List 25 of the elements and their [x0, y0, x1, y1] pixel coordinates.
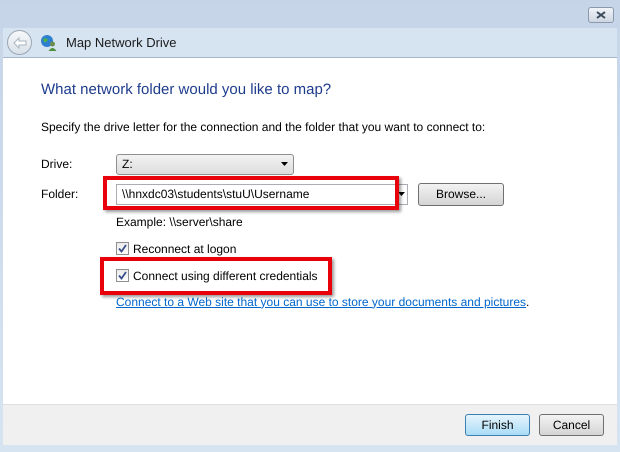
checkbox-label: Reconnect at logon: [133, 240, 236, 258]
dropdown-arrow-icon: [398, 192, 405, 196]
link-period: .: [526, 294, 530, 310]
window-title: Map Network Drive: [66, 34, 177, 52]
heading: What network folder would you like to map?: [41, 80, 332, 100]
checkbox-label: Connect using different credentials: [133, 268, 318, 284]
folder-combo-field[interactable]: \\hnxdc03\students\stuU\Username: [116, 184, 408, 204]
drive-label: Drive:: [41, 156, 74, 173]
globe-user-icon: [40, 34, 58, 52]
checkbox[interactable]: [116, 269, 129, 282]
drive-dropdown[interactable]: Z:: [116, 154, 294, 174]
close-icon: [596, 11, 606, 19]
checkmark-icon: [118, 244, 127, 253]
web-site-link[interactable]: Connect to a Web site that you can use to store your documents and pictures: [116, 292, 526, 310]
checkmark-icon: [118, 271, 127, 280]
dropdown-arrow-icon: [281, 162, 288, 166]
checkbox[interactable]: [116, 242, 129, 255]
dialog-button[interactable]: Finish: [465, 414, 530, 436]
instruction-text: Specify the drive letter for the connection and the folder that you want to connect to:: [41, 118, 486, 136]
folder-label: Folder:: [41, 186, 80, 203]
close-button[interactable]: [588, 7, 614, 23]
back-arrow-icon: [12, 36, 26, 48]
browse-button[interactable]: Browse...: [418, 182, 504, 206]
example-text: Example: \\server\share: [116, 214, 244, 230]
dialog-button[interactable]: Cancel: [539, 414, 604, 436]
